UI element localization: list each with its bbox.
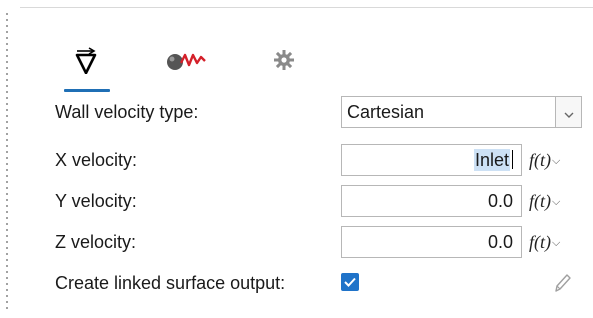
- x-velocity-label: X velocity:: [55, 150, 138, 170]
- settings-gear-icon: [273, 49, 295, 76]
- active-tab-indicator: [64, 89, 110, 92]
- z-velocity-label: Z velocity:: [55, 232, 137, 252]
- tab-wall-motion[interactable]: [160, 40, 210, 84]
- x-velocity-selected-text: Inlet: [473, 149, 510, 171]
- y-velocity-value: 0.0: [487, 191, 513, 211]
- checkmark-icon: [343, 272, 357, 293]
- z-velocity-function-button[interactable]: f(t)⌵: [529, 226, 560, 258]
- tab-nabla-velocity[interactable]: [66, 40, 106, 84]
- function-button-label: f(t): [529, 150, 551, 170]
- edit-pencil-button[interactable]: [553, 272, 573, 299]
- chevron-down-icon: ⌵: [552, 236, 561, 249]
- y-velocity-label: Y velocity:: [55, 191, 137, 211]
- z-velocity-input[interactable]: 0.0: [341, 226, 522, 258]
- chevron-down-icon: ⌵: [552, 154, 561, 167]
- create-linked-surface-output-checkbox[interactable]: [341, 273, 359, 291]
- y-velocity-input[interactable]: 0.0: [341, 185, 522, 217]
- tab-settings[interactable]: [266, 40, 302, 84]
- wall-motion-icon: [163, 49, 207, 76]
- chevron-down-icon: [564, 102, 574, 123]
- create-linked-surface-output-label: Create linked surface output:: [55, 273, 286, 293]
- text-cursor: [512, 150, 513, 169]
- wall-velocity-type-value: Cartesian: [347, 102, 425, 122]
- x-velocity-input[interactable]: Inlet: [341, 144, 522, 176]
- wall-velocity-type-select[interactable]: Cartesian: [341, 96, 556, 128]
- nabla-velocity-icon: [74, 46, 98, 79]
- panel-top-border: [20, 7, 593, 8]
- function-button-label: f(t): [529, 191, 551, 211]
- function-button-label: f(t): [529, 232, 551, 252]
- chevron-down-icon: ⌵: [552, 195, 561, 208]
- y-velocity-function-button[interactable]: f(t)⌵: [529, 185, 560, 217]
- wall-velocity-type-dropdown-button[interactable]: [556, 96, 582, 128]
- panel-drag-handle[interactable]: [6, 11, 8, 311]
- pencil-icon: [553, 274, 573, 298]
- x-velocity-function-button[interactable]: f(t)⌵: [529, 144, 560, 176]
- z-velocity-value: 0.0: [487, 232, 513, 252]
- wall-velocity-type-label: Wall velocity type:: [55, 102, 199, 122]
